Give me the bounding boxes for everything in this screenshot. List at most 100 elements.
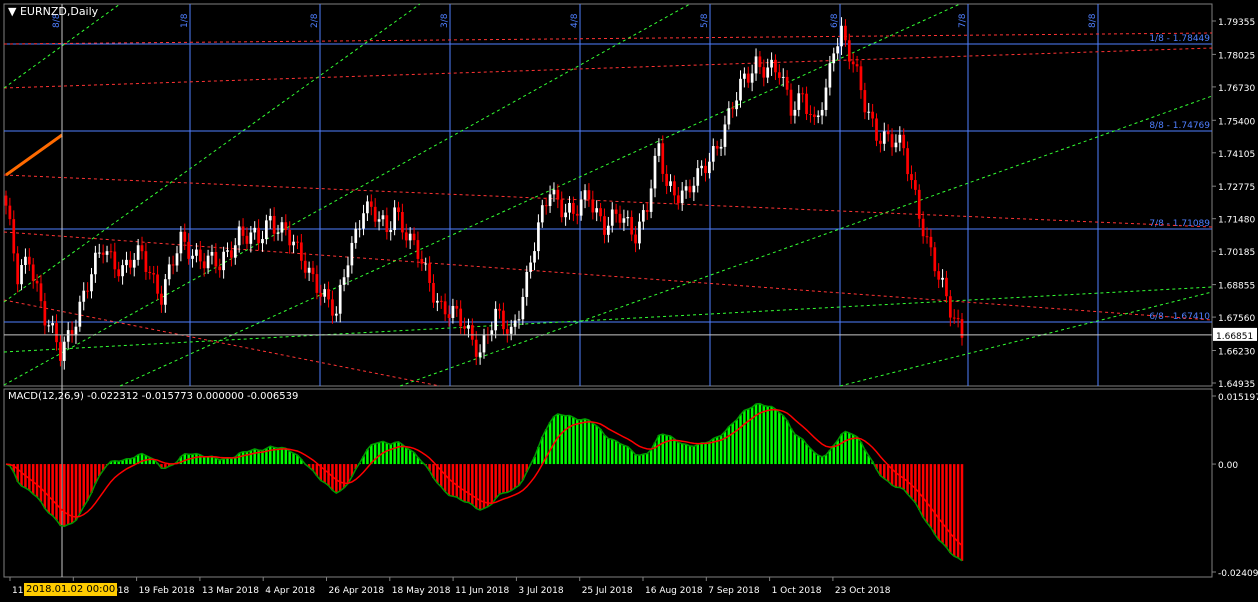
collapse-triangle-icon[interactable]: ▼ [8,5,16,18]
macd-axis-label: 0.015197 [1218,393,1258,403]
candle-body [342,277,346,285]
candle-body [113,251,117,270]
candle-body [478,352,482,357]
candle-body [607,225,610,235]
candle-body [785,76,789,90]
candle-body [847,40,851,62]
candle-body [657,143,661,156]
candle-body [529,262,532,272]
macd-label: MACD(12,26,9) -0.022312 -0.015773 0.0000… [8,391,299,402]
candle-body [439,300,443,302]
time-axis-label: 25 Jul 2018 [582,586,633,596]
candle-body [743,73,746,79]
candle-body [385,215,389,233]
price-chart[interactable]: 8/8 1/8 2/8 3/8 4/8 5/8 6/8 7/8 8/81/8 - 1.78449… [0,0,1258,602]
time-axis-label: 16 Aug 2018 [645,586,703,596]
price-axis-label: 1.66230 [1218,347,1255,357]
candle-body [525,271,529,297]
candle-body [622,218,626,223]
candle-body [676,195,680,204]
candle-body [323,289,327,297]
candle-body [719,146,723,149]
candle-body [952,317,956,319]
candle-body [179,231,183,254]
candle-body [537,222,540,252]
candle-body [428,263,431,283]
candle-body [233,245,237,258]
candle-body [296,241,299,243]
candle-body [51,323,54,326]
candle-body [265,220,268,240]
time-axis-label: 26 Apr 2018 [329,586,385,596]
candle-body [163,279,167,305]
candle-body [94,252,97,275]
candle-body [202,261,206,269]
candle-body [338,284,342,314]
candle-body [533,251,536,263]
candle-body [334,313,338,316]
candle-body [288,229,292,246]
candle-body [261,239,264,244]
candle-body [855,64,859,67]
candle-body [805,93,808,114]
candle-body [280,222,284,233]
candle-body [770,59,773,68]
candle-body [828,63,832,88]
candle-body [572,202,575,214]
candle-body [470,325,474,340]
candle-body [404,232,408,241]
fan-line-red [3,47,1213,89]
candle-body [47,325,51,327]
candle-body [362,213,365,229]
candle-body [641,210,645,222]
candle-body [812,114,816,117]
candle-body [459,308,463,327]
candle-body [237,226,241,246]
candle-body [101,252,105,255]
candle-body [455,305,459,309]
candle-body [723,124,727,147]
trend-segment-orange [5,133,63,177]
candle-body [117,269,121,277]
candle-body [195,249,198,256]
fan-line-red [3,299,441,387]
candle-body [408,233,412,241]
fan-line-green [3,286,1213,353]
candle-body [665,173,669,186]
candle-body [634,234,637,244]
time-axis-label: 23 Oct 2018 [835,586,891,596]
candle-body [350,242,354,266]
candle-body [16,253,20,285]
candle-body [191,255,194,259]
candle-body [552,189,556,195]
candle-body [575,213,579,216]
candle-body [595,208,599,213]
macd-axis-label: 0.00 [1218,461,1238,471]
gann-time-label: 1/8 [180,13,190,28]
candle-body [653,155,657,189]
fan-line-red [3,32,1213,45]
candle-body [284,222,288,230]
current-price-label: 1.66851 [1216,332,1253,342]
candle-body [731,108,735,110]
candle-body [540,205,544,223]
candle-body [906,148,909,175]
gann-price-label: 8/8 - 1.74769 [1149,121,1210,131]
candle-body [715,146,719,149]
candle-body [140,245,144,252]
candle-body [579,199,583,216]
fan-line-green [839,291,1213,387]
candle-body [809,113,812,115]
gann-time-label: 2/8 [310,13,320,28]
candle-body [626,217,630,219]
candle-body [820,109,824,116]
candle-body [412,233,416,241]
candle-body [436,300,439,303]
candle-body [183,231,187,242]
candle-body [463,326,466,329]
price-axis-label: 1.76730 [1218,84,1255,94]
price-axis-label: 1.72775 [1218,183,1255,193]
candle-body [307,267,311,273]
chart-window[interactable]: 8/8 1/8 2/8 3/8 4/8 5/8 6/8 7/8 8/8 1/8 - 1.78449… [0,0,1258,602]
candle-body [43,301,47,326]
